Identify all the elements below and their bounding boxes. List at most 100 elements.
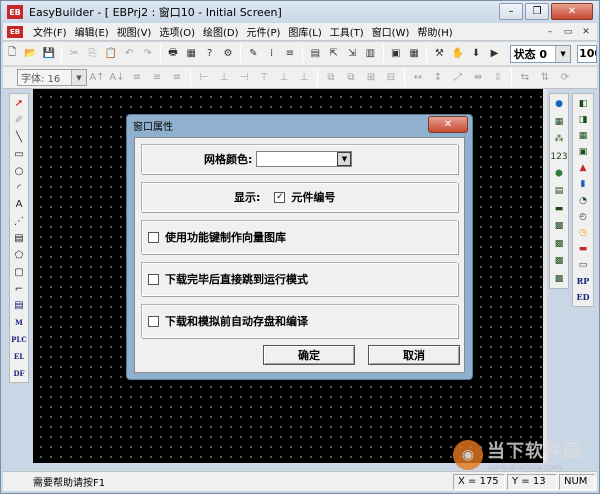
compile-hammer-icon[interactable]: ⚒ xyxy=(431,44,448,63)
zoom-field[interactable]: 100 xyxy=(577,44,598,63)
state-select[interactable]: 状态 0 ▼ xyxy=(509,44,572,63)
align-icon[interactable]: ≡ xyxy=(281,44,299,63)
align-objects-right-icon[interactable]: ⊣ xyxy=(235,68,253,87)
rectangle-icon[interactable]: ▭ xyxy=(11,146,27,162)
minimize-button[interactable]: – xyxy=(499,3,523,20)
event-display-icon[interactable]: ▩ xyxy=(551,253,567,269)
paste-icon[interactable]: 📋 xyxy=(102,44,120,63)
bit-lamp-icon[interactable]: ● xyxy=(551,96,567,112)
gauge-icon[interactable]: ◴ xyxy=(575,209,591,224)
line-icon[interactable]: ╲ xyxy=(11,130,27,146)
grid-color-select[interactable]: ▼ xyxy=(256,151,353,167)
keypad-icon[interactable]: ▩ xyxy=(551,218,567,234)
chevron-down-icon[interactable]: ▼ xyxy=(555,45,571,62)
help-pointer-icon[interactable]: ? xyxy=(201,44,218,63)
switch-icon[interactable]: ▣ xyxy=(575,144,591,159)
brush-icon[interactable]: ✐ xyxy=(11,113,27,129)
pipe-icon[interactable]: ▭ xyxy=(575,258,591,273)
export-icon[interactable]: ⇲ xyxy=(343,44,361,63)
open-folder-icon[interactable]: 📂 xyxy=(22,44,39,63)
multi-state-icon[interactable]: ▦ xyxy=(551,113,567,129)
menu-parts[interactable]: 元件(P) xyxy=(243,24,285,39)
same-size-icon[interactable]: ⤢ xyxy=(449,68,467,87)
chevron-down-icon[interactable]: ▼ xyxy=(337,152,352,166)
polygon-icon[interactable]: ⬠ xyxy=(11,247,27,263)
circle-icon[interactable]: ○ xyxy=(11,163,27,179)
text-icon[interactable]: A xyxy=(11,197,27,213)
event-log-icon[interactable]: EL xyxy=(11,348,27,364)
undo-icon[interactable]: ↶ xyxy=(121,44,138,63)
arc-icon[interactable]: ◜ xyxy=(11,180,27,196)
same-width-icon[interactable]: ↔ xyxy=(409,68,427,87)
flip-vertical-icon[interactable]: ⇅ xyxy=(536,68,554,87)
space-vertical-icon[interactable]: ⇳ xyxy=(489,68,507,87)
print-icon[interactable]: 🖶 xyxy=(164,44,182,63)
cut-icon[interactable]: ✂ xyxy=(66,44,83,63)
numeric-display-icon[interactable]: 123 xyxy=(550,148,567,164)
alarm-icon[interactable]: ▲ xyxy=(575,161,591,176)
hand-icon[interactable]: ✋ xyxy=(449,44,466,63)
ok-button[interactable]: 确定 xyxy=(263,345,355,365)
mdi-minimize-icon[interactable]: – xyxy=(543,25,557,38)
cancel-button[interactable]: 取消 xyxy=(368,345,460,365)
menu-view[interactable]: 视图(V) xyxy=(113,24,156,39)
recipe-icon[interactable]: RP xyxy=(575,274,591,289)
flip-horizontal-icon[interactable]: ⇆ xyxy=(516,68,534,87)
send-back-icon[interactable]: ⧉ xyxy=(342,68,360,87)
menu-options[interactable]: 选项(O) xyxy=(155,24,199,39)
align-objects-left-icon[interactable]: ⊢ xyxy=(195,68,213,87)
element-number-checkbox[interactable]: ✓ xyxy=(274,191,286,203)
library-icon[interactable]: ▥ xyxy=(362,44,379,63)
pencil-icon[interactable]: ✎ xyxy=(245,44,262,63)
align-left-icon[interactable]: ≡ xyxy=(128,68,146,87)
ungroup-icon[interactable]: ⊟ xyxy=(382,68,400,87)
macro-icon[interactable]: M xyxy=(11,315,27,331)
mdi-close-icon[interactable]: ✕ xyxy=(579,25,593,38)
menu-edit[interactable]: 编辑(E) xyxy=(71,24,113,39)
align-center-icon[interactable]: ≡ xyxy=(148,68,166,87)
animation-icon[interactable]: ⬢ xyxy=(551,166,567,182)
data-format-icon[interactable]: DF xyxy=(11,365,27,381)
redo-icon[interactable]: ↷ xyxy=(139,44,156,63)
frame-icon[interactable]: ▢ xyxy=(11,264,27,280)
pointer-icon[interactable]: ➚ xyxy=(11,96,27,112)
image-library-icon[interactable]: ▣ xyxy=(387,44,404,63)
settings-icon[interactable]: ⚙ xyxy=(219,44,237,63)
picture-library-icon[interactable]: ◨ xyxy=(575,112,591,127)
menu-window[interactable]: 窗口(W) xyxy=(368,24,414,39)
editor-icon[interactable]: ED xyxy=(575,290,591,305)
indicator-icon[interactable]: ▬ xyxy=(575,241,591,256)
menu-draw[interactable]: 绘图(D) xyxy=(199,24,243,39)
font-size-select[interactable]: 字体: 16 ▼ xyxy=(17,69,87,86)
align-objects-middle-icon[interactable]: ⊥ xyxy=(275,68,293,87)
meter-icon[interactable]: ◔ xyxy=(575,193,591,208)
dialog-close-button[interactable]: ✕ xyxy=(428,116,468,133)
align-objects-bottom-icon[interactable]: ⊥ xyxy=(295,68,313,87)
dotted-grid-icon[interactable]: ⁞ xyxy=(263,44,280,63)
object-list-icon[interactable]: ▤ xyxy=(307,44,324,63)
close-button[interactable]: ✕ xyxy=(551,3,593,20)
menu-help[interactable]: 帮助(H) xyxy=(413,24,456,39)
copy-icon[interactable]: ⎘ xyxy=(84,44,101,63)
menu-library[interactable]: 图库(L) xyxy=(284,24,325,39)
rotate-icon[interactable]: ⟳ xyxy=(556,68,574,87)
trend-icon[interactable]: ▩ xyxy=(551,236,567,252)
scale-icon[interactable]: ⋰ xyxy=(11,214,27,230)
new-file-icon[interactable]: 🗋 xyxy=(4,44,21,63)
group-icon[interactable]: ⊞ xyxy=(362,68,380,87)
slider-icon[interactable]: ▬ xyxy=(551,201,567,217)
function-key-icon[interactable]: ▦ xyxy=(575,128,591,143)
font-grow-icon[interactable]: A↑ xyxy=(88,68,106,87)
align-objects-center-icon[interactable]: ⊥ xyxy=(215,68,233,87)
numeric-input-icon[interactable]: ⁂ xyxy=(551,131,567,147)
bar-graph-icon[interactable]: ▤ xyxy=(551,183,567,199)
bracket-icon[interactable]: ⌐ xyxy=(11,281,27,297)
import-icon[interactable]: ⇱ xyxy=(325,44,342,63)
font-shrink-icon[interactable]: A↓ xyxy=(108,68,126,87)
gradient-icon[interactable]: ▤ xyxy=(11,231,27,247)
simulate-icon[interactable]: ▶ xyxy=(486,44,503,63)
document-icon[interactable]: EB xyxy=(7,25,23,38)
autosave-checkbox[interactable] xyxy=(148,315,159,327)
bring-front-icon[interactable]: ⧉ xyxy=(322,68,340,87)
save-icon[interactable]: 💾 xyxy=(40,44,58,63)
